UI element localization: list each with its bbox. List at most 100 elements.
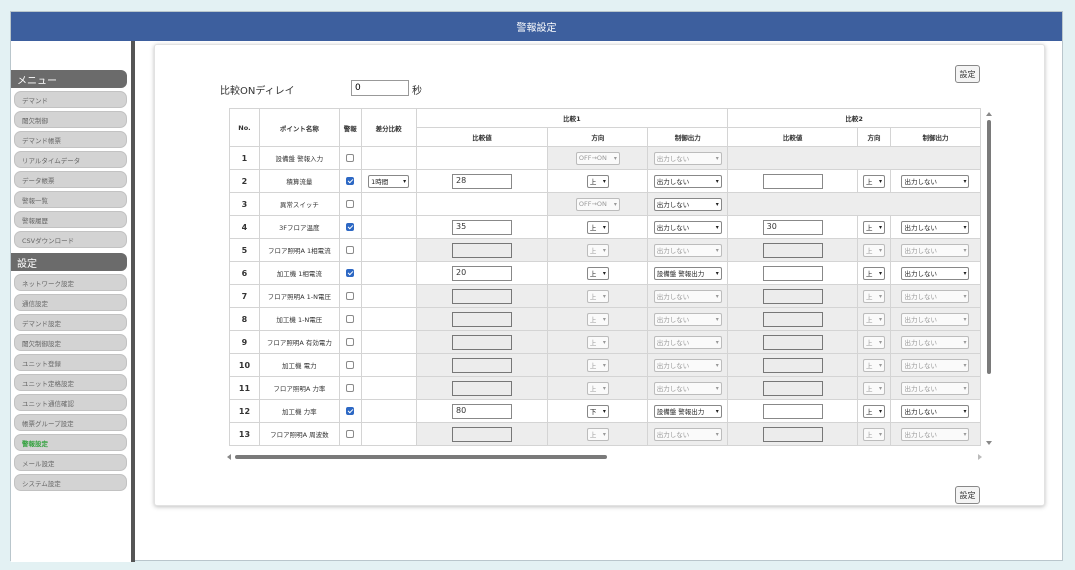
alarm-checkbox[interactable] [346,338,355,346]
sidebar-item-settings-1[interactable]: 通信設定 [14,294,127,311]
sidebar-item-menu-7[interactable]: CSVダウンロード [14,231,127,248]
alarm-checkbox[interactable] [346,361,355,369]
diff-compare-cell [360,238,417,262]
compare1-output-select[interactable]: 設備盤 警報出力 ▾ [653,266,722,280]
compare2-direction-select[interactable]: 上 ▾ [863,174,885,188]
compare2-output-select[interactable]: 出力しない ▾ [901,404,970,418]
horizontal-scrollbar[interactable] [227,454,982,460]
alarm-checkbox[interactable] [346,315,355,323]
compare1-value-input [452,426,513,442]
scroll-down-icon[interactable] [986,441,992,445]
compare2-direction-select[interactable]: 上 ▾ [863,220,885,234]
point-name: 加工機 力率 [258,399,340,423]
compare2-output-select: 出力しない ▾ [901,427,970,441]
alarm-checkbox[interactable] [346,246,355,254]
alarm-checkbox[interactable] [346,430,355,438]
alarm-checkbox[interactable] [346,407,355,415]
compare2-value-input[interactable] [762,173,823,189]
compare1-direction-select[interactable]: 上 ▾ [586,220,609,234]
chevron-down-icon: ▾ [715,223,719,231]
compare2-output-select-value: 出力しない [904,385,937,393]
chevron-down-icon: ▾ [878,223,882,231]
horizontal-scroll-thumb[interactable] [235,455,607,459]
chevron-down-icon: ▾ [963,223,967,231]
diff-compare-select[interactable]: 1時間 ▾ [368,174,410,188]
alarm-checkbox[interactable] [346,154,355,162]
compare1-value-cell [415,422,549,446]
compare2-output-cell: 出力しない ▾ [889,215,981,239]
sidebar-item-settings-9[interactable]: メール設定 [14,454,127,471]
compare1-value-input[interactable]: 35 [452,219,513,235]
alarm-checkbox[interactable] [346,200,355,208]
compare1-output-select[interactable]: 出力しない ▾ [653,174,722,188]
chevron-down-icon: ▾ [715,338,719,346]
sidebar-item-settings-4[interactable]: ユニット登録 [14,354,127,371]
compare1-output-select[interactable]: 設備盤 警報出力 ▾ [653,404,722,418]
sidebar-item-menu-4[interactable]: データ帳票 [14,171,127,188]
compare2-direction-select-value: 上 [866,431,873,439]
compare2-value-input[interactable] [762,265,823,281]
compare2-output-select[interactable]: 出力しない ▾ [901,266,970,280]
compare1-direction-select[interactable]: 上 ▾ [586,174,609,188]
alarm-cell [338,146,362,170]
compare1-output-select: 出力しない ▾ [653,381,722,395]
sidebar-item-menu-6[interactable]: 警報履歴 [14,211,127,228]
compare2-direction-select[interactable]: 上 ▾ [863,266,885,280]
compare1-output-select[interactable]: 出力しない ▾ [653,197,722,211]
sidebar-item-menu-0[interactable]: デマンド [14,91,127,108]
set-button-bottom[interactable]: 設定 [955,486,980,504]
compare2-output-select[interactable]: 出力しない ▾ [901,220,970,234]
compare1-value-input[interactable]: 28 [452,173,513,189]
sidebar-item-menu-2[interactable]: デマンド帳票 [14,131,127,148]
compare2-output-select[interactable]: 出力しない ▾ [901,174,970,188]
compare1-direction-select[interactable]: 上 ▾ [586,266,609,280]
alarm-checkbox[interactable] [346,269,355,277]
alarm-cell [338,307,362,331]
compare2-value-input[interactable] [762,403,823,419]
chevron-down-icon: ▾ [715,384,719,392]
alarm-checkbox[interactable] [346,292,355,300]
chevron-down-icon: ▾ [602,361,606,369]
compare2-value-input[interactable]: 30 [762,219,823,235]
compare1-direction-cell: OFF→ON ▾ [547,146,649,170]
sidebar-item-menu-5[interactable]: 警報一覧 [14,191,127,208]
alarm-cell [338,238,362,262]
compare1-output-select[interactable]: 出力しない ▾ [653,220,722,234]
sidebar-item-settings-6[interactable]: ユニット通信確認 [14,394,127,411]
compare-on-delay-label: 比較ONディレイ [220,86,295,97]
compare1-direction-select[interactable]: 下 ▾ [586,404,609,418]
sidebar-item-menu-1[interactable]: 閾欠制御 [14,111,127,128]
row-number: 7 [229,284,260,308]
compare2-direction-select: 上 ▾ [863,427,885,441]
compare2-direction-select[interactable]: 上 ▾ [863,404,885,418]
sidebar-item-settings-7[interactable]: 帳票グループ設定 [14,414,127,431]
sidebar-item-settings-8[interactable]: 警報設定 [14,434,127,451]
sidebar-item-settings-3[interactable]: 閾欠制御設定 [14,334,127,351]
compare1-output-cell: 出力しない ▾ [647,330,729,354]
alarm-checkbox[interactable] [346,384,355,392]
vertical-scrollbar[interactable] [986,112,992,445]
scroll-left-icon[interactable] [227,454,231,460]
vertical-scroll-thumb[interactable] [987,120,991,374]
chevron-down-icon: ▾ [963,246,967,254]
sidebar-item-settings-5[interactable]: ユニット定格設定 [14,374,127,391]
row-number: 8 [229,307,260,331]
alarm-cell [338,284,362,308]
point-name: 加工機 1相電流 [258,261,340,285]
compare1-value-input [452,380,513,396]
sidebar-item-settings-0[interactable]: ネットワーク設定 [14,274,127,291]
compare1-value-input[interactable]: 20 [452,265,513,281]
scroll-right-icon[interactable] [978,454,982,460]
row-number: 3 [229,192,260,216]
compare1-value-cell [415,307,549,331]
sidebar-item-settings-2[interactable]: デマンド設定 [14,314,127,331]
sidebar-item-menu-3[interactable]: リアルタイムデータ [14,151,127,168]
scroll-up-icon[interactable] [986,112,992,116]
compare2-direction-cell: 上 ▾ [857,422,891,446]
compare-on-delay-input[interactable] [351,80,409,96]
compare1-value-input[interactable]: 80 [452,403,513,419]
alarm-checkbox[interactable] [346,223,355,231]
set-button-top[interactable]: 設定 [955,65,980,83]
sidebar-item-settings-10[interactable]: システム設定 [14,474,127,491]
alarm-checkbox[interactable] [346,177,355,185]
